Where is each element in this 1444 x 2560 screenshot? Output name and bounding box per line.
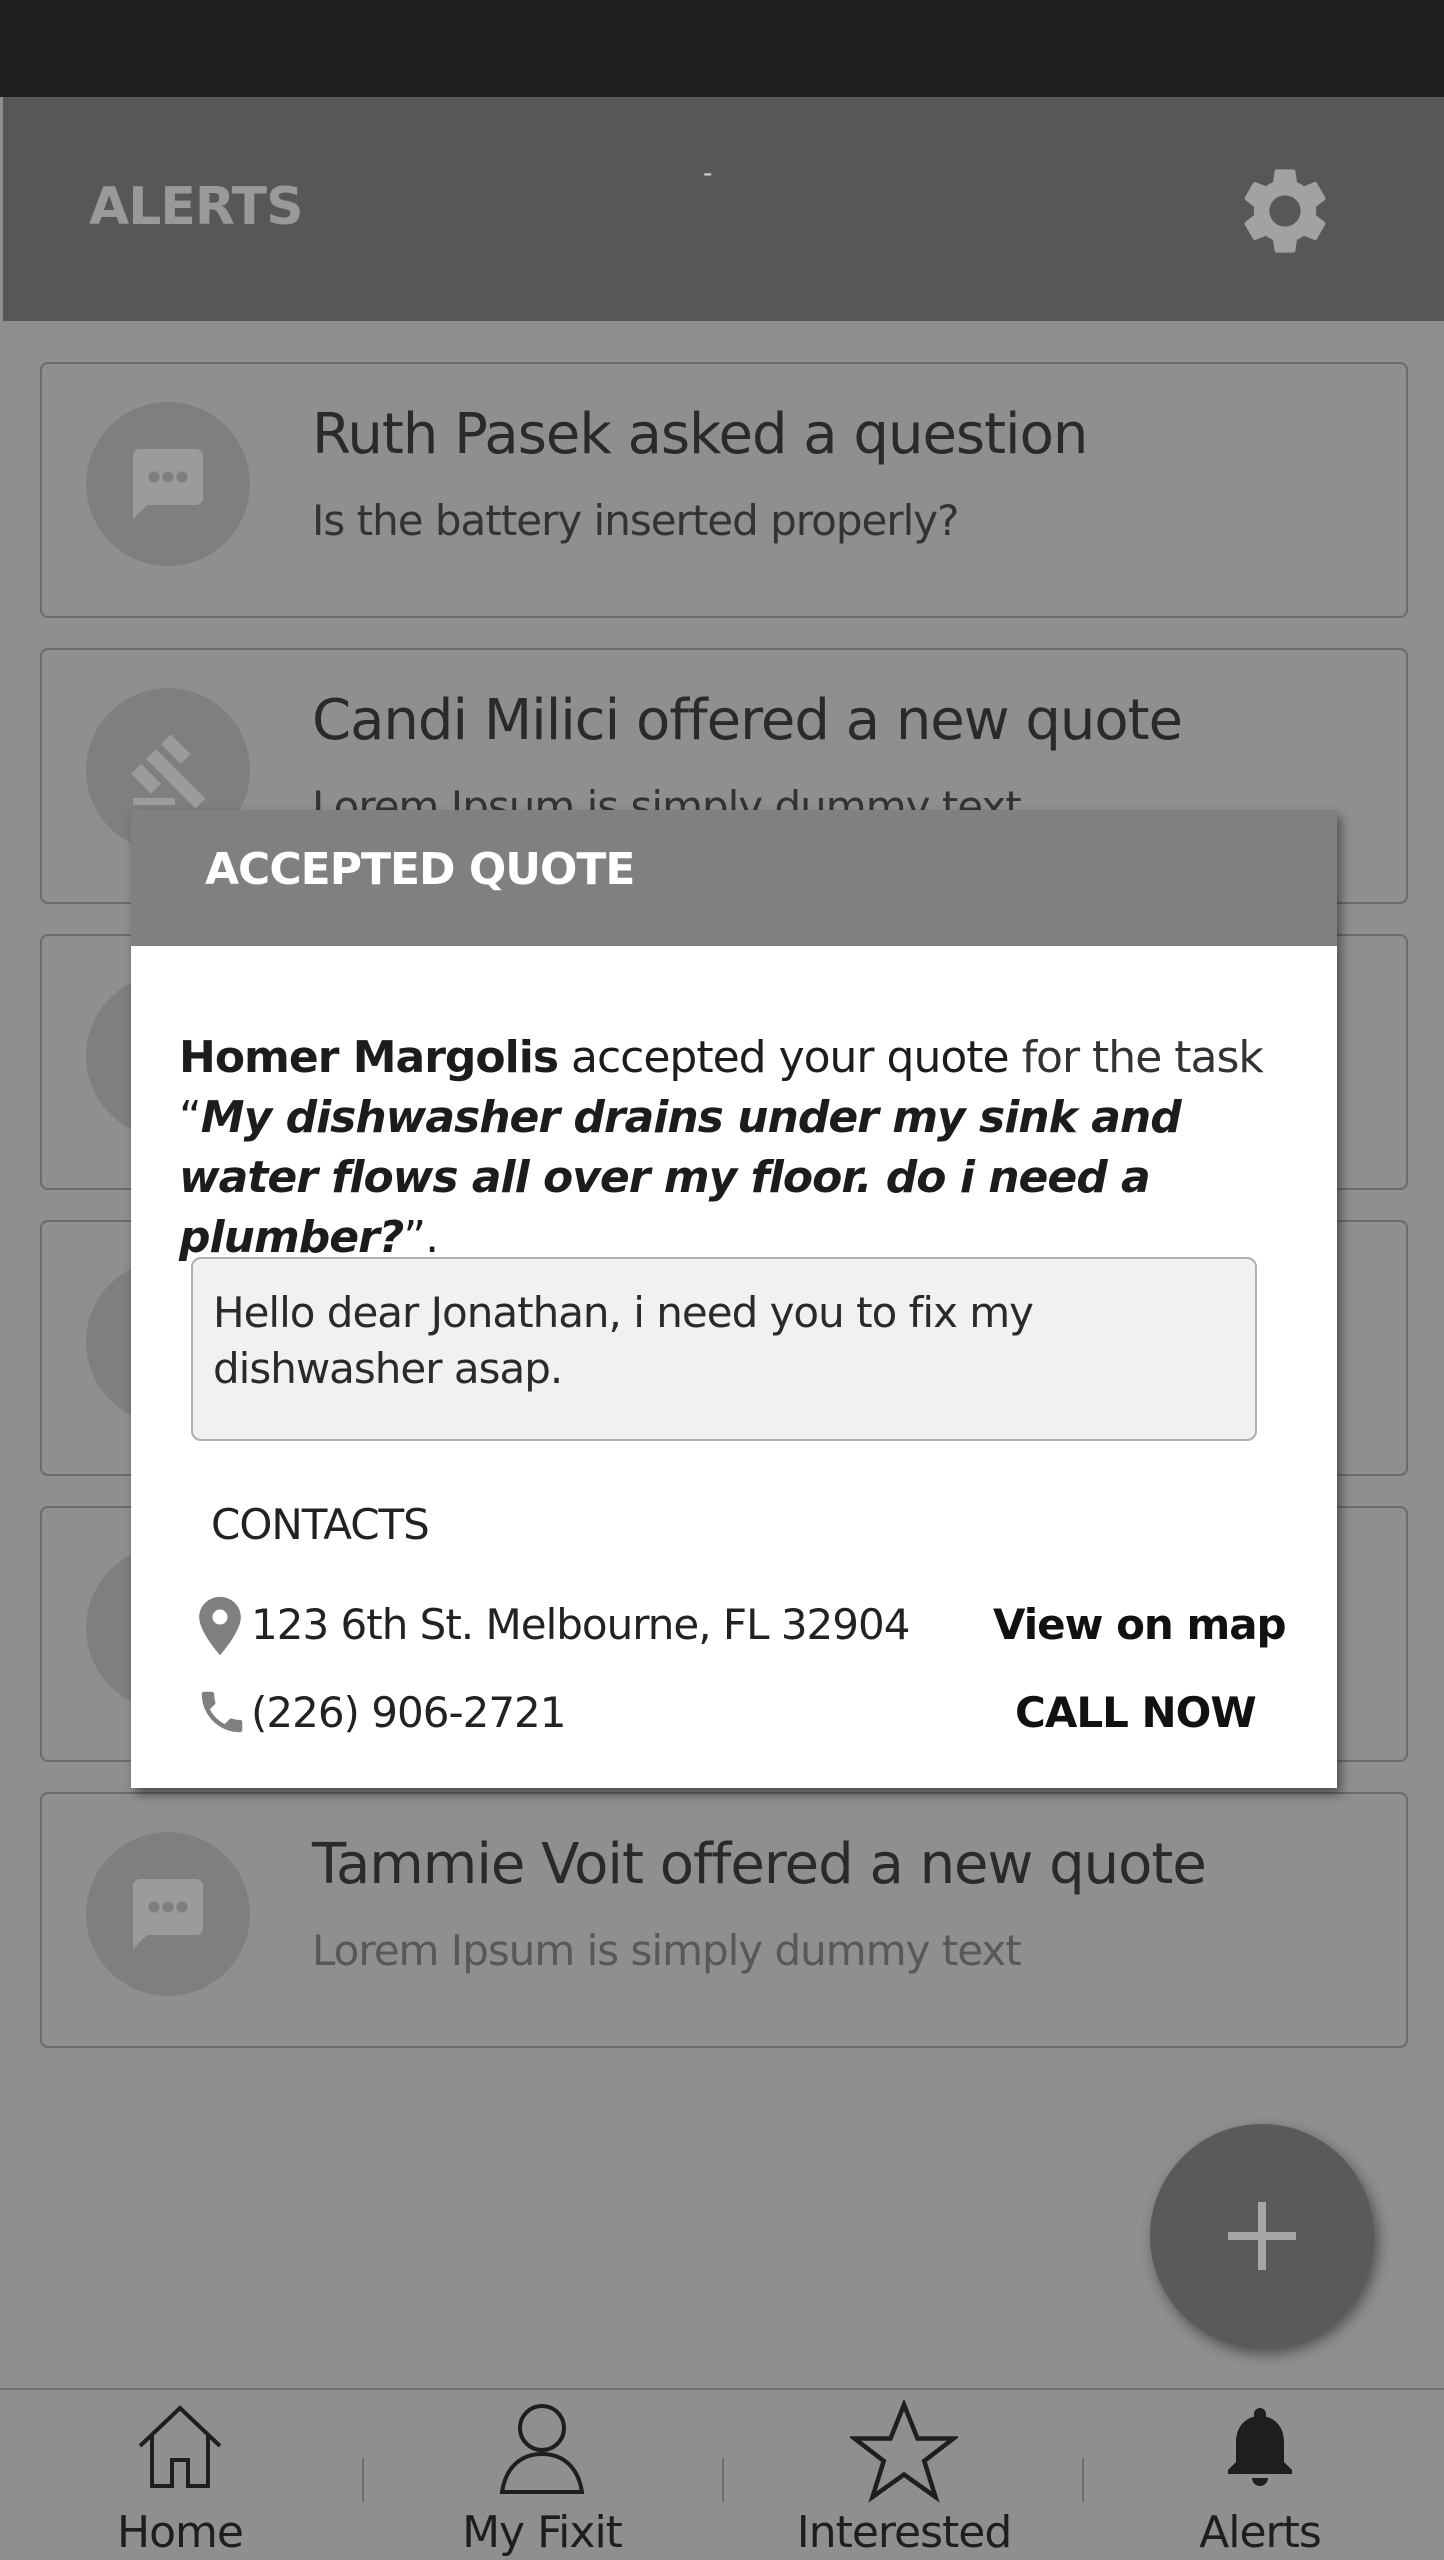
header-center-mark: - — [703, 157, 713, 188]
accepted-quote-dialog: ACCEPTED QUOTE Homer Margolis accepted y… — [131, 810, 1337, 1788]
status-bar — [0, 0, 1444, 97]
alert-card[interactable]: Tammie Voit offered a new quote Lorem Ip… — [40, 1792, 1408, 2048]
nav-label: Alerts — [1199, 2507, 1322, 2558]
location-pin-icon — [199, 1596, 241, 1656]
app-header: ALERTS - — [3, 97, 1444, 321]
alert-subtitle: Is the battery inserted properly? — [312, 496, 959, 545]
nav-label: My Fixit — [462, 2507, 623, 2558]
phone-text: (226) 906-2721 — [251, 1688, 566, 1737]
nav-label: Home — [117, 2507, 244, 2558]
chat-bubble-icon — [133, 1879, 203, 1949]
address-text: 123 6th St. Melbourne, FL 32904 — [251, 1600, 910, 1649]
nav-divider — [362, 2458, 364, 2502]
gear-icon — [1244, 169, 1326, 253]
task-description: My dishwasher drains under my sink and w… — [179, 1092, 1182, 1263]
person-name: Homer Margolis — [179, 1032, 559, 1083]
contacts-label: CONTACTS — [211, 1500, 430, 1549]
page-title: ALERTS — [89, 177, 304, 237]
bell-icon — [1228, 2408, 1292, 2486]
alert-avatar — [86, 1832, 250, 1996]
nav-my-fixit[interactable]: My Fixit — [392, 2390, 692, 2560]
alert-title: Candi Milici offered a new quote — [312, 688, 1183, 753]
dialog-title: ACCEPTED QUOTE — [205, 844, 635, 895]
nav-label: Interested — [796, 2507, 1013, 2558]
home-icon — [138, 2405, 222, 2488]
phone-icon — [201, 1691, 243, 1733]
nav-home[interactable]: Home — [30, 2390, 330, 2560]
dialog-message: Homer Margolis accepted your quote for t… — [179, 1028, 1299, 1268]
address-row: 123 6th St. Melbourne, FL 32904 View on … — [195, 1594, 1295, 1664]
bottom-nav: Home My Fixit Interested Alerts — [0, 2388, 1444, 2560]
alert-title: Ruth Pasek asked a question — [312, 402, 1088, 467]
add-button[interactable] — [1150, 2124, 1374, 2348]
phone-row: (226) 906-2721 CALL NOW — [195, 1682, 1295, 1752]
nav-interested[interactable]: Interested — [754, 2390, 1054, 2560]
settings-button[interactable] — [1233, 159, 1337, 263]
chat-bubble-icon — [133, 449, 203, 519]
nav-divider — [1082, 2458, 1084, 2502]
alert-avatar — [86, 402, 250, 566]
call-now-button[interactable]: CALL NOW — [1015, 1688, 1257, 1737]
alert-title: Tammie Voit offered a new quote — [312, 1832, 1207, 1897]
accepted-text: accepted your quote — [558, 1032, 1010, 1083]
nav-divider — [722, 2458, 724, 2502]
for-task-text: for the task — [1008, 1032, 1264, 1083]
view-on-map-link[interactable]: View on map — [993, 1600, 1287, 1649]
person-icon — [499, 2404, 585, 2494]
customer-message: Hello dear Jonathan, i need you to fix m… — [191, 1257, 1257, 1441]
alert-card[interactable]: Ruth Pasek asked a question Is the batte… — [40, 362, 1408, 618]
gavel-icon — [131, 734, 206, 809]
close-quote: ”. — [403, 1212, 439, 1263]
alert-subtitle: Lorem Ipsum is simply dummy text — [312, 1926, 1022, 1975]
dialog-header: ACCEPTED QUOTE — [131, 810, 1337, 946]
star-icon — [850, 2398, 958, 2503]
nav-alerts[interactable]: Alerts — [1110, 2390, 1410, 2560]
open-quote: “ — [179, 1092, 202, 1143]
